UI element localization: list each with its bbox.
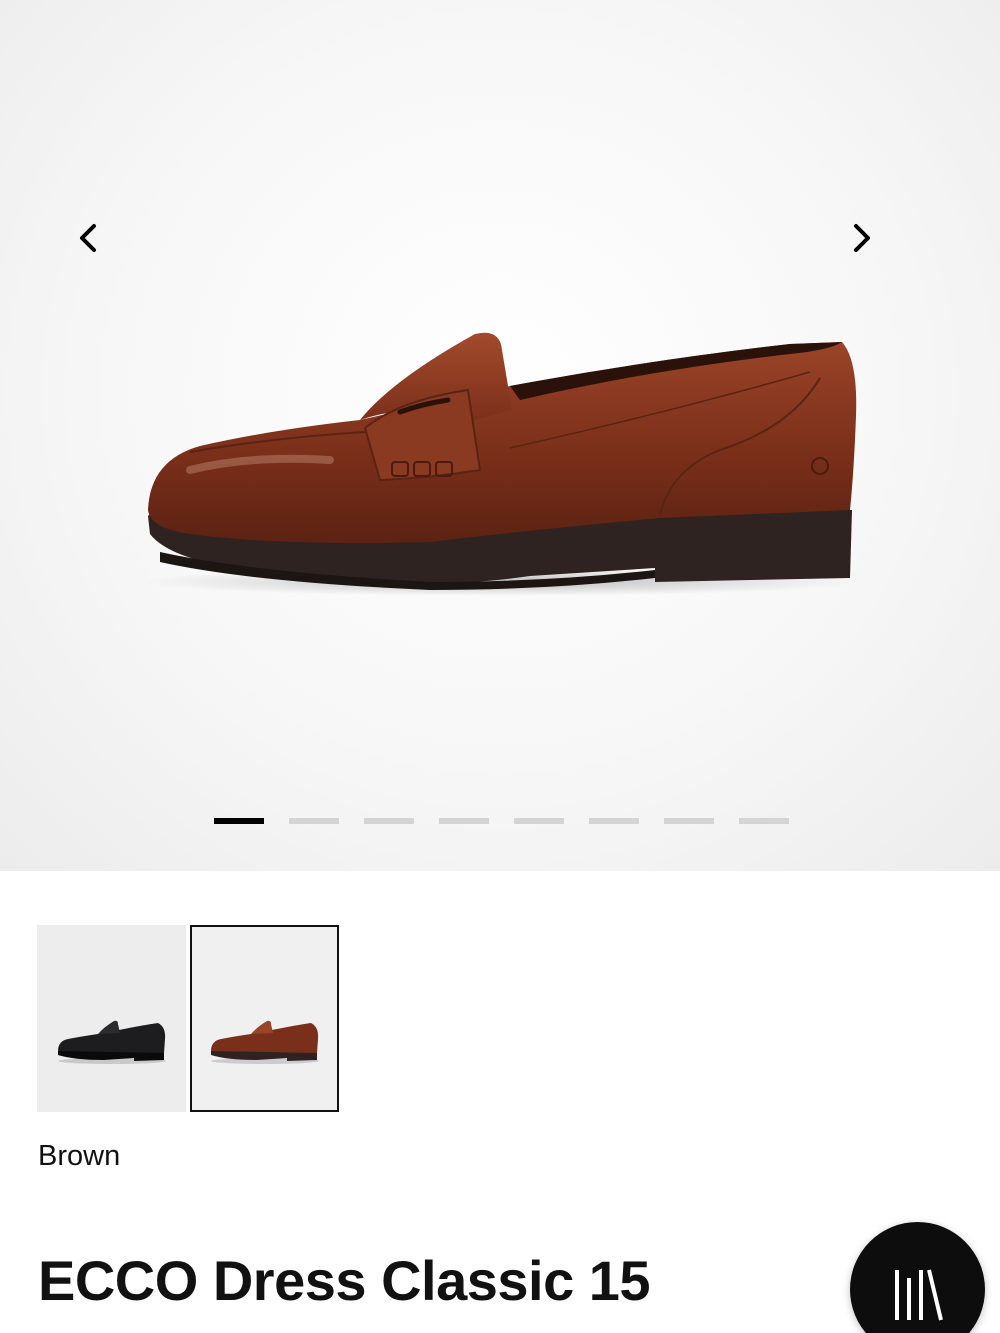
image-pagination xyxy=(214,818,789,824)
pagination-dot[interactable] xyxy=(739,818,789,824)
color-swatches xyxy=(37,925,339,1112)
pagination-dot[interactable] xyxy=(514,818,564,824)
main-product-image xyxy=(140,332,860,596)
product-image-gallery[interactable] xyxy=(0,0,1000,871)
library-icon xyxy=(894,1269,943,1321)
next-image-button[interactable] xyxy=(836,212,888,264)
brown-shoe-thumbnail xyxy=(210,1020,319,1064)
pagination-dot[interactable] xyxy=(289,818,339,824)
pagination-dot[interactable] xyxy=(439,818,489,824)
selected-color-label: Brown xyxy=(38,1140,121,1172)
pagination-dot[interactable] xyxy=(364,818,414,824)
prev-image-button[interactable] xyxy=(62,212,114,264)
black-shoe-thumbnail xyxy=(57,1020,166,1064)
floating-menu-button[interactable] xyxy=(850,1222,985,1333)
color-option-black[interactable] xyxy=(37,925,186,1112)
product-subtitle: Women's Leather Loafers xyxy=(38,1324,688,1333)
color-option-brown[interactable] xyxy=(190,925,339,1112)
product-title: ECCO Dress Classic 15 xyxy=(38,1249,651,1312)
chevron-right-icon xyxy=(854,224,870,252)
pagination-dot[interactable] xyxy=(664,818,714,824)
pagination-dot[interactable] xyxy=(214,818,264,824)
pagination-dot[interactable] xyxy=(589,818,639,824)
chevron-left-icon xyxy=(80,224,96,252)
